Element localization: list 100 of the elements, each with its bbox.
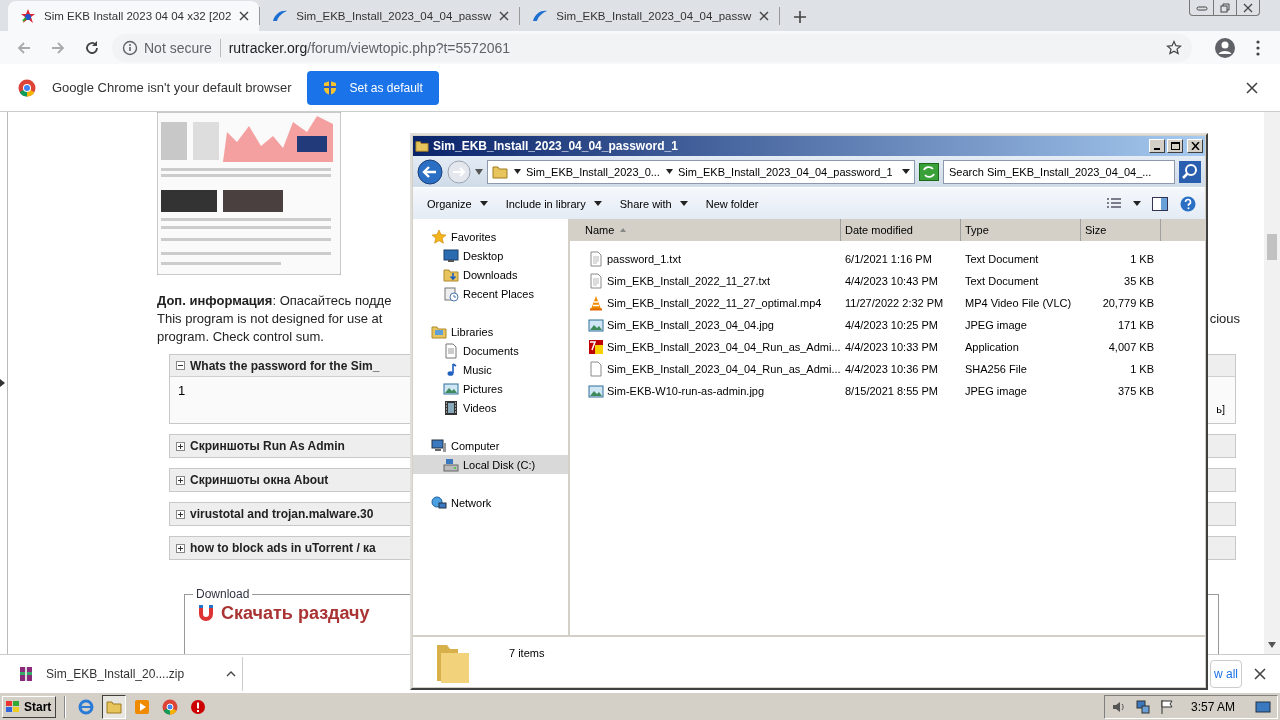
plus-icon[interactable] [793,10,808,25]
image-file-icon [588,317,604,333]
type-cell-text: Application [965,341,1020,353]
scrollbar[interactable] [1264,112,1280,655]
document-icon [443,342,459,359]
plus-box-icon [176,441,185,451]
caret-icon[interactable] [475,168,483,175]
breadcrumb-bar[interactable]: Sim_EKB_Install_2023_0... Sim_EKB_Install_2023_04_04_password_1 [487,159,915,184]
nav-item[interactable]: Documents [413,341,568,360]
browser-tab[interactable]: Sim_EKB_Install_2023_04_04_passw [260,1,520,32]
nav-item[interactable]: Desktop [413,246,568,265]
plus-box-icon [176,509,185,519]
computer-icon [431,437,447,454]
breadcrumb-item[interactable]: Sim_EKB_Install_2023_04_04_password_1 [665,165,893,178]
star-logo-icon [20,8,36,25]
restore-icon[interactable] [1219,2,1231,13]
browser-tab[interactable]: Sim EKB Install 2023 04 04 x32 [202 [8,1,260,32]
file-name[interactable]: Sim-EKB-W10-run-as-admin.jpg [607,385,765,397]
archive-app-icon [588,339,604,355]
spoiler-text: 1 [178,383,186,401]
flag-icon[interactable] [1158,698,1175,715]
toolbar-button[interactable]: Include in library [499,191,608,216]
nav-item[interactable]: Network [413,493,568,512]
search-field[interactable]: Search Sim_EKB_Install_2023_04_04_... [943,159,1175,184]
tricolor-circle-icon[interactable] [162,698,179,715]
nav-item[interactable]: Libraries [413,322,568,341]
close-icon[interactable] [1254,667,1266,680]
download-link[interactable]: Скачать раздачу [197,603,370,625]
caret-icon [665,169,673,174]
size-cell-text: 1 KB [1129,363,1154,375]
text-file-icon [588,251,604,267]
toolbar-button[interactable]: Share with [613,191,694,216]
nav-item[interactable]: Videos [413,398,568,417]
start-button[interactable]: Start [2,695,57,718]
size-cell-text: 4,007 KB [1107,341,1154,353]
search-icon[interactable] [1179,160,1201,183]
expand-arrow-icon[interactable] [0,379,5,388]
close-icon[interactable] [1242,2,1254,13]
scroll-down-icon[interactable] [1268,642,1276,649]
show-desktop-icon[interactable] [1255,698,1271,715]
file-name[interactable]: Sim_EKB_Install_2023_04_04.jpg [607,319,774,331]
minimize-button[interactable] [1149,139,1165,153]
nav-item[interactable]: Computer [413,436,568,455]
network-icon[interactable] [1134,698,1151,715]
date-cell-text: 4/4/2023 10:36 PM [845,363,939,375]
nav-item[interactable]: Local Disk (C:) [413,455,568,474]
date-cell-text: 6/1/2021 1:16 PM [845,253,933,265]
close-icon[interactable] [239,11,250,22]
close-icon[interactable] [759,11,770,22]
address-bar[interactable]: Not secure rutracker.org/forum/viewtopic.php?t=5572061 [112,33,1192,62]
archive-icon [18,665,34,682]
drive-icon [443,456,459,473]
set-default-button[interactable]: Set as default [307,70,439,105]
caret-icon [479,201,488,206]
type-cell-text: MP4 Video File (VLC) [965,297,1073,309]
refresh-icon[interactable] [919,162,939,181]
type-cell-text: SHA256 File [965,363,1028,375]
nav-item[interactable]: Music [413,360,568,379]
preview-pane-icon[interactable] [1151,195,1169,212]
close-icon[interactable] [1246,81,1258,94]
plus-box-icon [176,543,185,553]
reload-icon[interactable] [84,39,100,56]
breadcrumb-item[interactable]: Sim_EKB_Install_2023_0... [514,165,660,178]
scrollbar-thumb[interactable] [1267,234,1277,261]
caret-icon [593,201,602,206]
toolbar-button[interactable]: New folder [699,191,765,216]
help-icon[interactable] [1179,195,1197,212]
file-name[interactable]: Sim_EKB_Install_2023_04_04_Run_as_Admi... [607,363,841,375]
globe-icon[interactable] [78,698,95,715]
browser-tab[interactable]: Sim_EKB_Install_2023_04_04_passw [520,1,780,32]
library-folder-icon [431,323,447,340]
caret-icon[interactable] [1133,201,1141,206]
alert-icon[interactable] [190,698,207,715]
text-file-icon [588,273,604,289]
profile-icon[interactable] [1214,36,1236,59]
file-name[interactable]: password_1.txt [607,253,681,265]
bookmark-star-icon[interactable] [1166,39,1182,56]
size-cell-text: 1 KB [1129,253,1154,265]
download-item[interactable]: Sim_EKB_Install_20....zip [18,665,236,682]
not-secure-button[interactable]: Not secure [122,39,212,56]
close-icon[interactable] [499,11,510,22]
maximize-button[interactable] [1167,139,1183,153]
date-cell-text: 4/4/2023 10:43 PM [845,275,939,287]
caret-icon[interactable] [902,169,910,174]
toolbar-button[interactable]: Organize [421,191,494,216]
nav-item[interactable]: Recent Places [413,284,568,303]
file-name[interactable]: Sim_EKB_Install_2023_04_04_Run_as_Admi... [607,341,841,353]
menu-icon[interactable] [1256,39,1260,56]
network-icon [431,494,447,511]
file-name[interactable]: Sim_EKB_Install_2022_11_27.txt [607,275,771,287]
nav-item[interactable]: Pictures [413,379,568,398]
show-all-button[interactable]: w all [1210,659,1242,688]
size-cell-text: 171 KB [1116,319,1154,331]
file-name[interactable]: Sim_EKB_Install_2022_11_27_optimal.mp4 [607,297,822,309]
nav-item[interactable]: Downloads [413,265,568,284]
close-button[interactable] [1187,139,1203,153]
nav-item[interactable]: Favorites [413,227,568,246]
chevron-up-icon[interactable] [226,670,236,677]
picture-icon [443,380,459,397]
taskbar-button[interactable] [102,694,127,719]
